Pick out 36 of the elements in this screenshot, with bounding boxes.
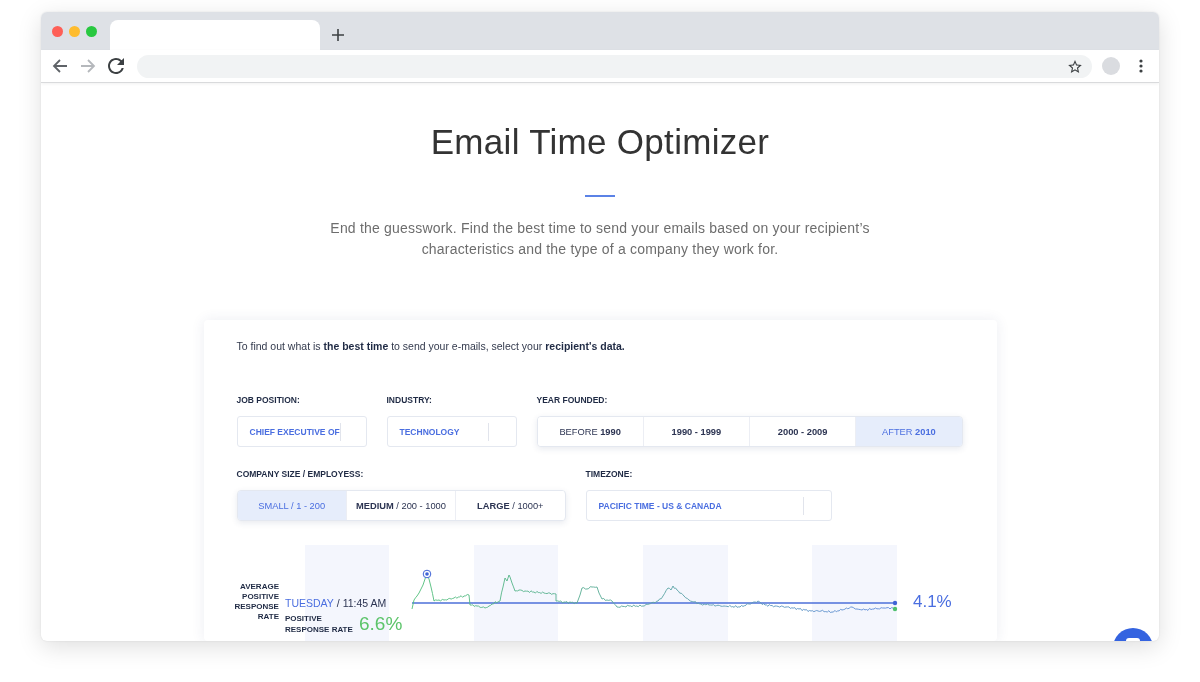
page-subtitle: End the guesswork. Find the best time to send your emails based on your recipient’s characteristics and the type of a company they work for. [329, 219, 871, 259]
chart-label: AVERAGE POSITIVE RESPONSE RATE [234, 582, 279, 622]
rate-label: POSITIVE RESPONSE RATE [284, 613, 354, 635]
segment-option[interactable]: MEDIUM / 200 - 1000 [345, 491, 456, 520]
segment-option[interactable]: LARGE / 1000+ [455, 491, 565, 520]
select-field[interactable]: PACIFIC TIME - US & CANADA [585, 490, 832, 521]
field-label: JOB POSITION: [236, 394, 301, 406]
close-window-icon[interactable] [52, 25, 63, 37]
reload-icon[interactable] [108, 58, 124, 74]
field-label: TIMEZONE: [585, 468, 634, 480]
profile-avatar-icon[interactable] [1102, 57, 1120, 75]
segment-option[interactable]: 2000 - 2009 [749, 417, 856, 446]
end-point-icon [892, 606, 898, 612]
selected-point-icon [422, 569, 432, 579]
segment-option[interactable]: SMALL / 1 - 200 [237, 491, 346, 520]
page-title: Email Time Optimizer [430, 122, 770, 162]
field-label: COMPANY SIZE / EMPLOYESS: [236, 468, 365, 480]
segment-option[interactable]: 1990 - 1999 [642, 417, 749, 446]
field-label: YEAR FOUNDED: [536, 394, 609, 406]
field-label: INDUSTRY: [386, 394, 433, 406]
average-rate-value: 4.1% [912, 591, 952, 613]
back-arrow-icon[interactable] [52, 58, 68, 74]
rate-value: 6.6% [358, 613, 403, 635]
floating-action-button[interactable] [1113, 628, 1153, 641]
segment-option[interactable]: AFTER 2010 [855, 417, 962, 446]
intro-text: To find out what is the best time to send your e-mails, select your recipient's data. [236, 339, 626, 353]
select-field[interactable]: CHIEF EXECUTIVE OF [236, 416, 367, 447]
minimize-window-icon[interactable] [69, 25, 80, 37]
maximize-window-icon[interactable] [86, 25, 97, 37]
segment-option[interactable]: BEFORE 1990 [537, 417, 643, 446]
bookmark-star-icon[interactable] [1068, 59, 1082, 73]
new-tab-icon[interactable] [331, 28, 345, 42]
selected-time: / 11:45 AM [336, 596, 387, 610]
menu-icon[interactable] [1139, 59, 1143, 73]
selected-day: TUESDAY [284, 596, 334, 610]
select-field[interactable]: TECHNOLOGY [386, 416, 517, 447]
